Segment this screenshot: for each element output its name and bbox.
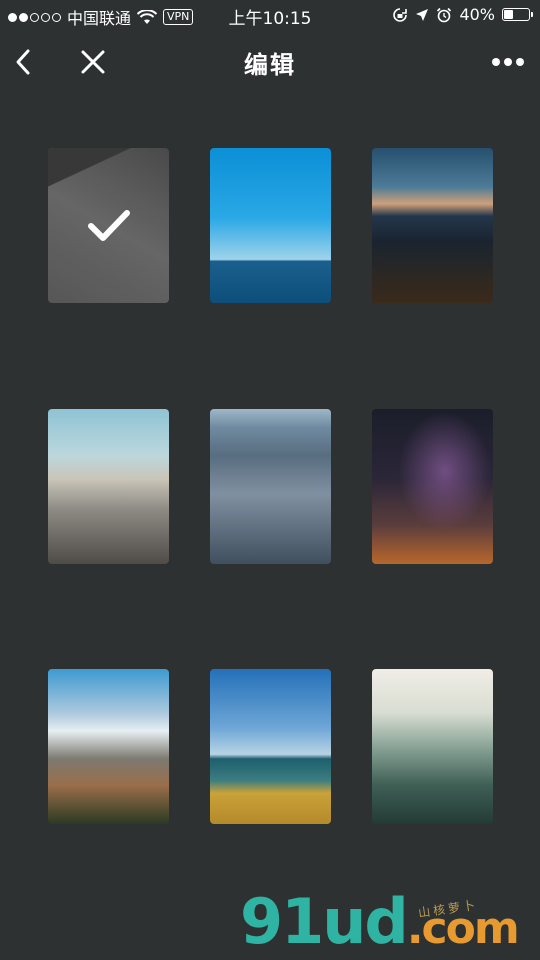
photo-image bbox=[372, 409, 493, 564]
battery-icon bbox=[502, 8, 533, 21]
photo-architecture[interactable] bbox=[48, 148, 169, 303]
selected-overlay bbox=[48, 148, 169, 303]
location-icon bbox=[416, 8, 429, 21]
photo-image bbox=[372, 669, 493, 824]
photo-city-night[interactable] bbox=[372, 148, 493, 303]
battery-fill bbox=[504, 10, 514, 19]
checkmark-icon bbox=[87, 209, 130, 241]
rotation-lock-icon bbox=[393, 7, 408, 22]
nav-bar: 编辑 bbox=[0, 32, 540, 90]
photo-starry-sky[interactable] bbox=[372, 409, 493, 564]
more-button[interactable] bbox=[488, 42, 528, 82]
page-title: 编辑 bbox=[244, 51, 296, 79]
battery-percent: 40% bbox=[459, 5, 495, 24]
photo-new-york[interactable] bbox=[48, 409, 169, 564]
watermark-main: 91ud bbox=[240, 885, 409, 958]
photo-image bbox=[210, 409, 331, 564]
photo-aerial-city[interactable] bbox=[210, 409, 331, 564]
photo-image bbox=[48, 409, 169, 564]
status-bar: 中国联通 VPN 上午10:15 40% bbox=[0, 0, 540, 30]
photo-image bbox=[210, 148, 331, 303]
photo-image bbox=[48, 669, 169, 824]
status-right: 40% bbox=[392, 5, 533, 24]
alarm-icon bbox=[437, 7, 452, 22]
photo-image bbox=[372, 148, 493, 303]
photo-city-skyline[interactable] bbox=[48, 669, 169, 824]
photo-image bbox=[210, 669, 331, 824]
photo-beach[interactable] bbox=[210, 669, 331, 824]
photo-ocean-horizon[interactable] bbox=[210, 148, 331, 303]
more-icon bbox=[492, 58, 524, 66]
photo-misty-forest[interactable] bbox=[372, 669, 493, 824]
